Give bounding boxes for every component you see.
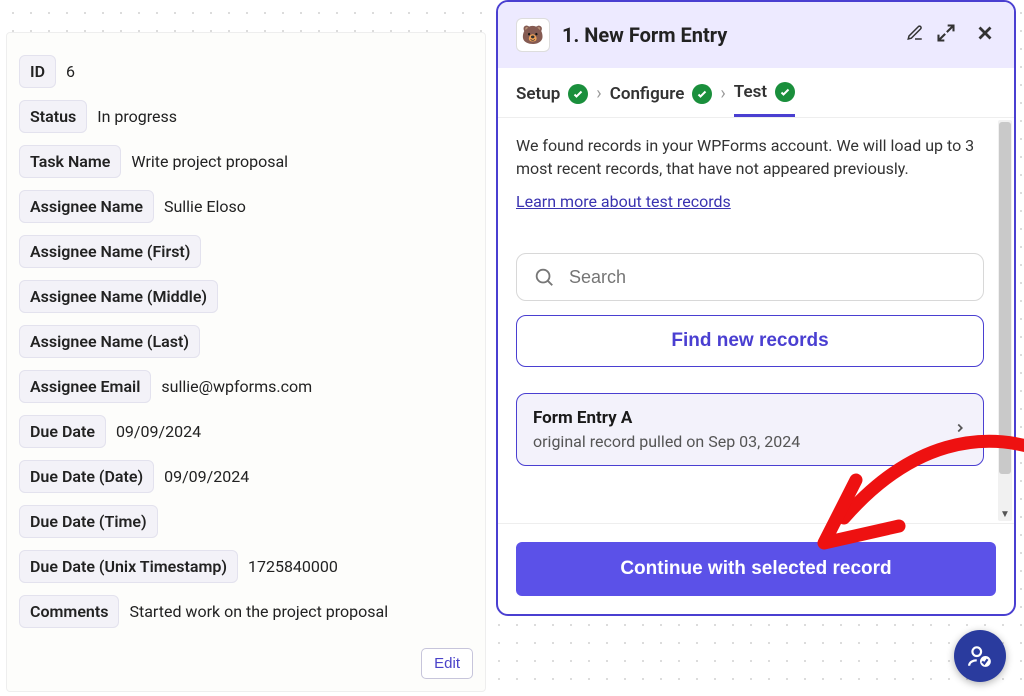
field-label-due-date: Due Date: [19, 415, 106, 448]
close-icon[interactable]: [974, 22, 996, 48]
field-value-id: 6: [66, 62, 75, 81]
record-card[interactable]: Form Entry A original record pulled on S…: [516, 393, 984, 466]
field-label-comments: Comments: [19, 595, 119, 628]
tab-configure-label: Configure: [610, 84, 685, 104]
field-row: Assignee Email sullie@wpforms.com: [19, 370, 473, 403]
record-subtitle: original record pulled on Sep 03, 2024: [533, 432, 953, 451]
field-row: Status In progress: [19, 100, 473, 133]
field-label-assignee-email: Assignee Email: [19, 370, 151, 403]
step-tabs: Setup › Configure › Test: [498, 68, 1014, 118]
field-label-status: Status: [19, 100, 87, 133]
field-row: Due Date (Unix Timestamp) 1725840000: [19, 550, 473, 583]
find-new-records-button[interactable]: Find new records: [516, 315, 984, 367]
search-input[interactable]: [569, 267, 967, 288]
tab-setup[interactable]: Setup: [516, 84, 588, 116]
check-icon: [775, 82, 795, 102]
wpforms-icon: 🐻: [516, 18, 550, 52]
field-row: Assignee Name (First): [19, 235, 473, 268]
record-detail-panel: ID 6 Status In progress Task Name Write …: [6, 32, 486, 692]
expand-icon[interactable]: [936, 23, 956, 47]
tab-setup-label: Setup: [516, 84, 560, 104]
field-value-due-date: 09/09/2024: [116, 422, 201, 441]
field-row: Assignee Name (Middle): [19, 280, 473, 313]
panel-header: 🐻 1. New Form Entry: [498, 2, 1014, 68]
field-label-id: ID: [19, 55, 56, 88]
check-icon: [692, 84, 712, 104]
learn-more-link[interactable]: Learn more about test records: [516, 192, 731, 211]
info-text: We found records in your WPForms account…: [516, 134, 984, 180]
field-row: ID 6: [19, 55, 473, 88]
field-label-due-date-unix: Due Date (Unix Timestamp): [19, 550, 238, 583]
tab-test-label: Test: [734, 82, 767, 102]
edit-button[interactable]: Edit: [421, 648, 473, 679]
field-value-assignee-name: Sullie Eloso: [164, 197, 246, 216]
tab-configure[interactable]: Configure: [610, 84, 713, 116]
search-icon: [533, 266, 555, 288]
field-label-assignee-middle: Assignee Name (Middle): [19, 280, 218, 313]
field-label-assignee-first: Assignee Name (First): [19, 235, 201, 268]
field-label-assignee-name: Assignee Name: [19, 190, 154, 223]
field-row: Comments Started work on the project pro…: [19, 595, 473, 628]
search-input-wrap[interactable]: [516, 253, 984, 301]
field-value-task-name: Write project proposal: [131, 152, 288, 171]
step-panel: 🐻 1. New Form Entry Setup › Configure: [496, 0, 1016, 616]
chevron-right-icon: ›: [596, 83, 601, 116]
scrollbar-track[interactable]: ▼: [998, 120, 1012, 521]
field-row: Due Date (Date) 09/09/2024: [19, 460, 473, 493]
panel-title: 1. New Form Entry: [562, 23, 894, 47]
record-title: Form Entry A: [533, 408, 953, 428]
help-widget-button[interactable]: [954, 630, 1006, 682]
field-label-due-date-date: Due Date (Date): [19, 460, 154, 493]
field-value-due-date-unix: 1725840000: [248, 557, 338, 576]
scroll-down-icon[interactable]: ▼: [998, 507, 1012, 521]
scrollbar-thumb[interactable]: [999, 122, 1011, 474]
field-label-assignee-last: Assignee Name (Last): [19, 325, 200, 358]
field-value-due-date-date: 09/09/2024: [164, 467, 249, 486]
field-value-status: In progress: [97, 107, 177, 126]
chevron-right-icon: ›: [720, 83, 725, 116]
field-row: Due Date (Time): [19, 505, 473, 538]
field-row: Due Date 09/09/2024: [19, 415, 473, 448]
field-label-due-date-time: Due Date (Time): [19, 505, 158, 538]
field-row: Assignee Name (Last): [19, 325, 473, 358]
panel-body: ▼ We found records in your WPForms accou…: [498, 118, 1014, 523]
rename-icon[interactable]: [906, 24, 924, 46]
field-row: Assignee Name Sullie Eloso: [19, 190, 473, 223]
field-row: Task Name Write project proposal: [19, 145, 473, 178]
field-label-task-name: Task Name: [19, 145, 121, 178]
field-value-assignee-email: sullie@wpforms.com: [161, 377, 312, 396]
panel-footer: Continue with selected record: [498, 523, 1014, 614]
continue-button[interactable]: Continue with selected record: [516, 542, 996, 596]
check-icon: [568, 84, 588, 104]
field-value-comments: Started work on the project proposal: [129, 602, 388, 621]
tab-test[interactable]: Test: [734, 82, 795, 117]
chevron-right-icon: [953, 420, 967, 439]
